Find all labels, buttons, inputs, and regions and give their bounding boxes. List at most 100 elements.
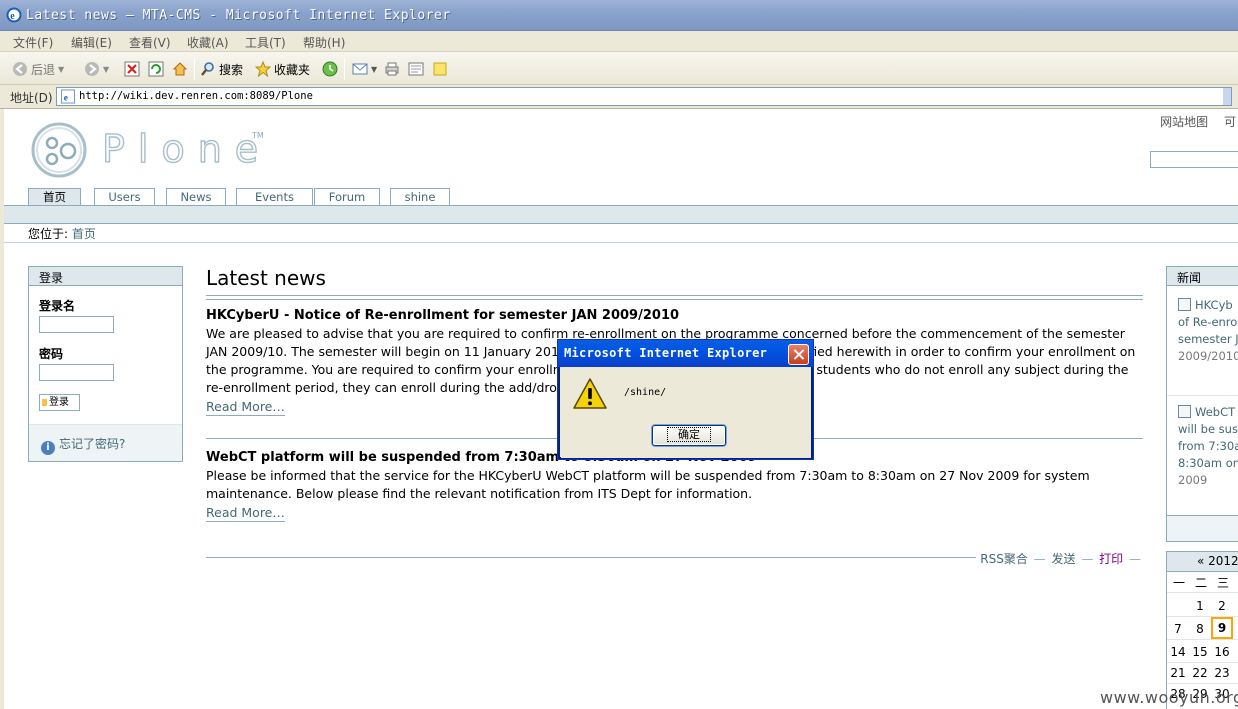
calendar-header[interactable]: « 2012 [1167,552,1238,572]
news-portlet-title: 新闻 [1167,267,1238,286]
sitemap-link[interactable]: 网站地图 [1160,115,1208,129]
tab-events[interactable]: Events [236,188,313,205]
password-label: 密码 [39,347,64,361]
calendar-weekday: 二 [1195,574,1208,592]
address-input[interactable]: e http://wiki.dev.renren.com:8089/Plone [56,87,1232,106]
calendar-day: 23 [1214,666,1230,680]
print-link[interactable]: 打印 [1099,552,1123,566]
read-more-link[interactable]: Read More… [206,505,285,522]
plone-logo[interactable]: Plone TM [30,121,270,182]
news-portlet-item-line[interactable]: will be sus [1178,421,1238,438]
news-portlet-item-line[interactable]: 8:30am on [1178,455,1238,472]
search-button[interactable]: 搜索 [200,60,243,78]
send-link[interactable]: 发送 [1051,552,1075,566]
favorites-button[interactable]: 收藏夹 [255,60,310,78]
window-title: Latest news — MTA-CMS - Microsoft Intern… [26,8,451,23]
ie-icon: e [6,7,22,23]
edit-button[interactable] [408,60,424,78]
news-portlet-item-line[interactable]: from 7:30a [1178,438,1238,455]
login-button-label: 登录 [49,397,69,408]
news-portlet-item-line[interactable]: of Re-enro [1178,314,1238,331]
alert-dialog-title: Microsoft Internet Explorer [564,346,768,360]
menu-file[interactable]: 文件(F) [13,34,53,51]
tab-forum[interactable]: Forum [314,188,380,205]
back-button[interactable]: 后退 ▼ [12,60,64,78]
news-portlet-item-date: 2009 [1178,473,1208,487]
news-portlet-item-line[interactable]: WebCT [1178,404,1238,421]
calendar-day: 22 [1192,666,1208,680]
document-actions: RSS聚合 — 发送 — 打印 — [206,550,1143,567]
chevron-down-icon: ▼ [371,64,378,74]
favorites-label: 收藏夹 [274,62,311,77]
breadcrumb-prefix: 您位于: [28,227,69,241]
accessibility-link[interactable]: 可 [1224,115,1236,129]
back-arrow-icon [13,62,27,76]
mail-button[interactable]: ▼ [352,60,377,78]
calendar-day: 21 [1170,666,1186,680]
breadcrumb-home-link[interactable]: 首页 [72,227,96,241]
news-item-title[interactable]: HKCyberU - Notice of Re-enrollment for s… [206,308,1143,323]
alert-dialog-body: /shine/ 确定 [561,367,811,458]
history-button[interactable] [322,60,338,78]
tab-shine[interactable]: shine [390,188,450,205]
news-portlet-item-line[interactable]: HKCyb [1178,297,1238,314]
ok-button[interactable]: 确定 [652,425,726,446]
chevron-down-icon: ▼ [58,64,65,74]
forgot-password-link[interactable]: i 忘记了密码? [29,424,182,461]
menu-favorites[interactable]: 收藏(A) [187,34,229,51]
print-button[interactable] [384,60,400,78]
stop-button[interactable] [124,60,140,78]
calendar-day: 16 [1214,645,1230,659]
news-portlet-item-date: 2009/2010 [1178,349,1238,363]
document-icon [1178,298,1191,311]
calendar-today[interactable]: 9 [1211,617,1233,639]
address-dropdown[interactable] [1223,88,1231,105]
plone-logo-text: Plone [101,126,272,171]
home-icon [172,62,188,76]
news-item: WebCT platform will be suspended from 7:… [206,450,1143,522]
menu-tools[interactable]: 工具(T) [245,34,286,51]
forward-button[interactable]: ▼ [84,60,109,78]
search-label: 搜索 [219,62,244,77]
rss-link[interactable]: RSS聚合 [980,552,1028,566]
close-icon[interactable] [788,344,809,365]
menu-edit[interactable]: 编辑(E) [71,34,112,51]
menu-help[interactable]: 帮助(H) [303,34,345,51]
svg-text:e: e [10,11,15,22]
login-button[interactable]: 登录 [39,394,80,411]
read-more-link[interactable]: Read More… [206,399,285,416]
ok-button-label: 确定 [667,427,711,442]
home-button[interactable] [172,60,188,78]
calendar-day: 8 [1196,622,1204,636]
history-icon [322,61,338,77]
menu-view[interactable]: 查看(V) [129,34,171,51]
calendar-portlet: « 2012 一 二 三 1 2 7 8 9 14 15 16 21 22 23… [1166,551,1238,709]
mail-icon [352,63,368,75]
username-label: 登录名 [39,299,76,313]
personal-bar [4,205,1238,224]
tab-home[interactable]: 首页 [28,188,81,206]
star-icon [255,61,271,77]
login-portlet: 登录 登录名 密码 登录 i 忘记了密码? [28,266,183,462]
window-titlebar: e Latest news — MTA-CMS - Microsoft Inte… [0,0,1238,31]
note-icon [433,62,447,76]
calendar-day: 2 [1218,599,1226,613]
search-icon [201,62,214,76]
refresh-button[interactable] [148,60,164,78]
site-actions: 网站地图 可 [1148,113,1236,130]
plone-logo-tm: TM [252,131,264,140]
site-search-input[interactable] [1150,151,1238,168]
calendar-day: 14 [1170,645,1186,659]
login-icon [42,399,47,406]
notes-button[interactable] [432,60,448,78]
login-portlet-title: 登录 [29,267,182,286]
tab-news[interactable]: News [166,188,226,205]
address-bar: 地址(D) e http://wiki.dev.renren.com:8089/… [0,85,1238,109]
news-portlet-item-line[interactable]: semester J [1178,331,1238,348]
news-item-description: Please be informed that the service for … [206,468,1090,501]
username-field[interactable] [39,316,114,333]
tab-users[interactable]: Users [94,188,155,205]
password-field[interactable] [39,364,114,381]
edit-page-icon [408,62,424,76]
info-icon: i [41,441,55,455]
